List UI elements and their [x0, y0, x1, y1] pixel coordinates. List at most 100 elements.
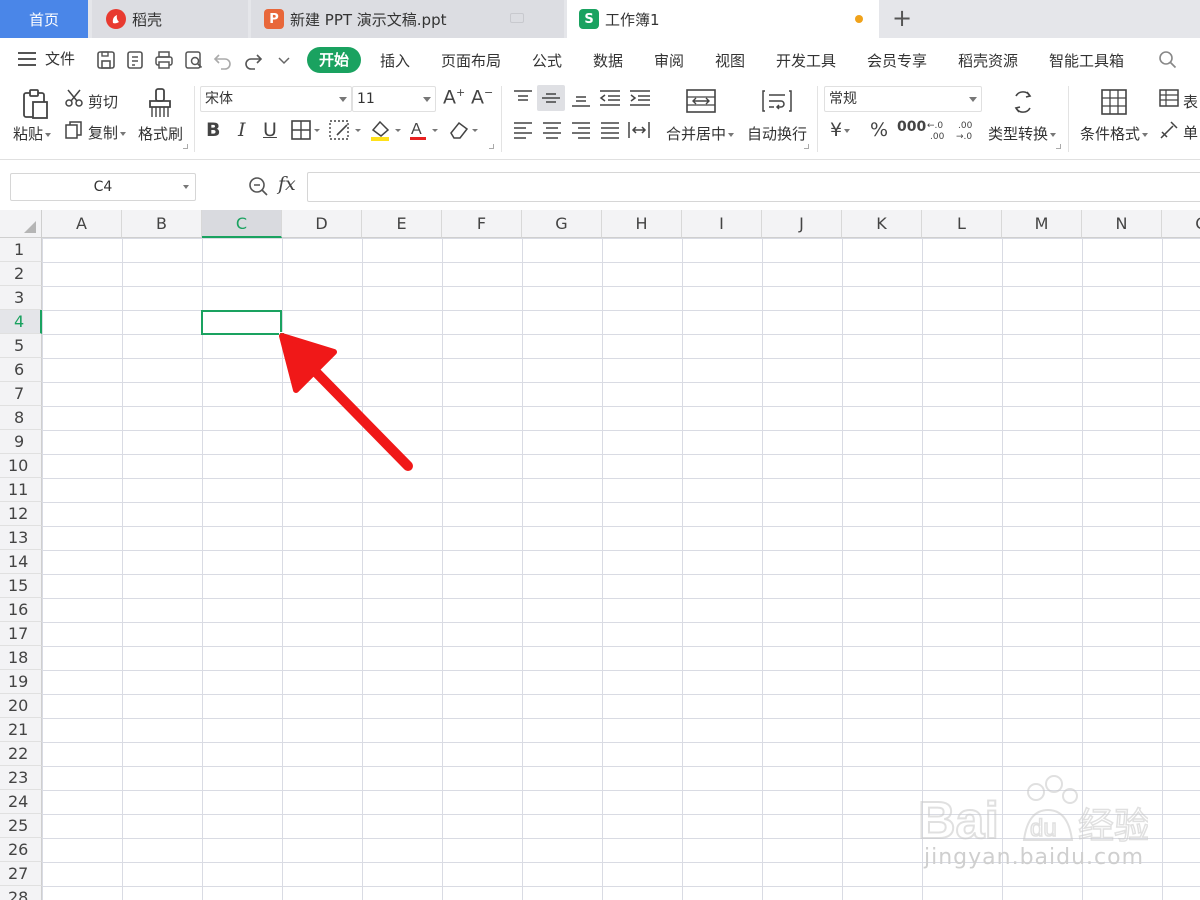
wrap-text-button[interactable]: 自动换行	[747, 123, 807, 144]
name-box[interactable]: C4	[10, 173, 196, 201]
row-header-23[interactable]: 23	[0, 766, 42, 790]
quick-access-dropdown-icon[interactable]	[274, 50, 294, 70]
row-header-24[interactable]: 24	[0, 790, 42, 814]
justify-icon[interactable]	[599, 120, 621, 140]
table-style-button[interactable]: 表	[1183, 91, 1198, 112]
column-header-e[interactable]: E	[362, 210, 442, 238]
fill-color-icon[interactable]	[369, 118, 403, 142]
menu-tab-data[interactable]: 数据	[593, 50, 623, 71]
align-center-icon[interactable]	[541, 120, 563, 140]
monitor-icon[interactable]	[510, 13, 524, 23]
row-header-16[interactable]: 16	[0, 598, 42, 622]
underline-button[interactable]: U	[263, 119, 277, 141]
distributed-align-icon[interactable]	[627, 120, 651, 140]
cell-format-icon[interactable]	[329, 120, 363, 140]
increase-font-size-icon[interactable]: A+	[443, 86, 465, 108]
save-icon[interactable]	[96, 50, 116, 70]
tab-home[interactable]: 首页	[0, 0, 88, 38]
font-size-select[interactable]: 11	[352, 86, 436, 112]
row-header-1[interactable]: 1	[0, 238, 42, 262]
row-header-21[interactable]: 21	[0, 718, 42, 742]
align-middle-button[interactable]	[537, 85, 565, 111]
column-header-f[interactable]: F	[442, 210, 522, 238]
column-header-b[interactable]: B	[122, 210, 202, 238]
column-header-i[interactable]: I	[682, 210, 762, 238]
decrease-decimal-icon[interactable]: .00→.0	[955, 119, 977, 141]
undo-icon[interactable]	[213, 50, 233, 70]
menu-tab-view[interactable]: 视图	[715, 50, 745, 71]
row-header-12[interactable]: 12	[0, 502, 42, 526]
file-menu[interactable]: 文件	[18, 48, 75, 69]
menu-tab-page-layout[interactable]: 页面布局	[441, 50, 501, 71]
tab-workbook[interactable]: S 工作簿1	[567, 0, 879, 38]
row-header-18[interactable]: 18	[0, 646, 42, 670]
column-header-a[interactable]: A	[42, 210, 122, 238]
type-convert-button[interactable]: 类型转换	[988, 123, 1057, 144]
column-header-j[interactable]: J	[762, 210, 842, 238]
increase-decimal-icon[interactable]: ←.0.00	[926, 119, 948, 141]
column-header-d[interactable]: D	[282, 210, 362, 238]
currency-format-button[interactable]: ¥	[830, 119, 851, 141]
alignment-dialog-launcher[interactable]	[804, 144, 809, 149]
menu-tab-daoke-resources[interactable]: 稻壳资源	[958, 50, 1018, 71]
row-header-20[interactable]: 20	[0, 694, 42, 718]
column-header-g[interactable]: G	[522, 210, 602, 238]
font-name-select[interactable]: 宋体	[200, 86, 352, 112]
increase-indent-icon[interactable]	[628, 88, 652, 108]
tab-ppt-document[interactable]: P 新建 PPT 演示文稿.ppt	[251, 0, 564, 38]
decrease-indent-icon[interactable]	[598, 88, 622, 108]
menu-tab-formulas[interactable]: 公式	[532, 50, 562, 71]
align-left-icon[interactable]	[512, 120, 534, 140]
column-header-l[interactable]: L	[922, 210, 1002, 238]
row-header-14[interactable]: 14	[0, 550, 42, 574]
row-header-22[interactable]: 22	[0, 742, 42, 766]
menu-tab-start[interactable]: 开始	[307, 47, 361, 73]
formula-input[interactable]	[307, 172, 1200, 202]
percent-format-button[interactable]: %	[870, 119, 888, 141]
insert-function-button[interactable]: fx	[278, 173, 296, 195]
row-header-8[interactable]: 8	[0, 406, 42, 430]
row-header-28[interactable]: 28	[0, 886, 42, 900]
row-header-27[interactable]: 27	[0, 862, 42, 886]
borders-icon[interactable]	[291, 120, 321, 140]
merge-center-button[interactable]: 合并居中	[666, 123, 735, 144]
tab-daoke[interactable]: 稻壳	[92, 0, 248, 38]
print-icon[interactable]	[154, 50, 174, 70]
column-header-m[interactable]: M	[1002, 210, 1082, 238]
row-header-17[interactable]: 17	[0, 622, 42, 646]
row-header-3[interactable]: 3	[0, 286, 42, 310]
align-bottom-icon[interactable]	[570, 88, 592, 108]
format-painter-button[interactable]: 格式刷	[138, 123, 183, 144]
align-right-icon[interactable]	[570, 120, 592, 140]
conditional-format-button[interactable]: 条件格式	[1080, 123, 1149, 144]
copy-button[interactable]: 复制	[88, 122, 127, 143]
column-header-c[interactable]: C	[202, 210, 282, 238]
bold-button[interactable]: B	[206, 119, 220, 141]
font-color-icon[interactable]: A	[408, 118, 442, 142]
menu-tab-member[interactable]: 会员专享	[867, 50, 927, 71]
menu-tab-review[interactable]: 审阅	[654, 50, 684, 71]
search-icon[interactable]	[1158, 50, 1178, 70]
select-all-corner[interactable]	[0, 210, 42, 238]
column-header-k[interactable]: K	[842, 210, 922, 238]
row-header-7[interactable]: 7	[0, 382, 42, 406]
row-header-6[interactable]: 6	[0, 358, 42, 382]
menu-tab-developer[interactable]: 开发工具	[776, 50, 836, 71]
cell-style-button[interactable]: 单	[1183, 122, 1198, 143]
clear-format-eraser-icon[interactable]	[448, 119, 482, 141]
paste-button[interactable]: 粘贴	[13, 123, 52, 144]
row-header-4[interactable]: 4	[0, 310, 42, 334]
export-pdf-icon[interactable]	[125, 50, 145, 70]
column-header-h[interactable]: H	[602, 210, 682, 238]
number-format-select[interactable]: 常规	[824, 86, 982, 112]
align-top-icon[interactable]	[512, 88, 534, 108]
clipboard-dialog-launcher[interactable]	[183, 144, 188, 149]
number-dialog-launcher[interactable]	[1056, 144, 1061, 149]
row-header-9[interactable]: 9	[0, 430, 42, 454]
menu-tab-smart-toolbox[interactable]: 智能工具箱	[1049, 50, 1124, 71]
row-header-11[interactable]: 11	[0, 478, 42, 502]
row-header-19[interactable]: 19	[0, 670, 42, 694]
row-header-10[interactable]: 10	[0, 454, 42, 478]
cut-button[interactable]: 剪切	[88, 91, 118, 112]
paste-icon[interactable]	[20, 88, 50, 120]
